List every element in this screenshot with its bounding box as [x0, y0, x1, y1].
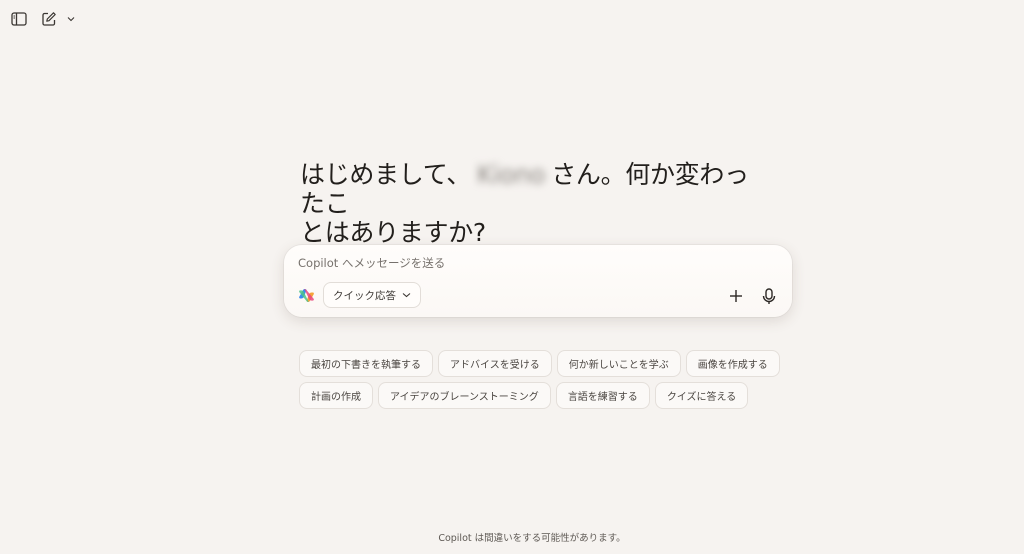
suggestion-chip[interactable]: クイズに答える [654, 382, 749, 409]
suggestion-chip[interactable]: 最初の下書きを執筆する [299, 350, 433, 377]
voice-input-button[interactable] [758, 285, 780, 307]
new-chat-menu-button[interactable] [66, 9, 76, 29]
copilot-logo-icon[interactable] [298, 287, 315, 304]
message-composer: クイック応答 [284, 245, 792, 317]
suggestion-chip[interactable]: 何か新しいことを学ぶ [556, 350, 681, 377]
response-mode-label: クイック応答 [333, 289, 396, 302]
plus-icon [730, 290, 742, 302]
suggestion-chip[interactable]: アイデアのブレーンストーミング [378, 382, 551, 409]
suggestion-chip[interactable]: アドバイスを受ける [438, 350, 552, 377]
sidebar-toggle-button[interactable] [8, 9, 30, 29]
chevron-down-icon [402, 293, 411, 298]
top-toolbar [8, 9, 76, 29]
message-input[interactable] [298, 254, 768, 272]
suggestion-row-2: 計画の作成 アイデアのブレーンストーミング 言語を練習する クイズに答える [299, 382, 759, 409]
greeting-line2: とはありますか? [300, 218, 486, 247]
response-mode-select[interactable]: クイック応答 [323, 282, 421, 308]
compose-icon [42, 12, 56, 26]
greeting-prefix: はじめまして、 [300, 160, 471, 189]
user-name: Kiono [476, 160, 546, 189]
suggestion-chip[interactable]: 画像を作成する [685, 350, 780, 377]
footer-disclaimer: Copilot は間違いをする可能性があります。 [438, 533, 626, 544]
chevron-down-icon [67, 17, 75, 22]
sidebar-toggle-icon [11, 12, 27, 26]
suggestion-chip[interactable]: 言語を練習する [555, 382, 650, 409]
microphone-icon [762, 287, 776, 304]
greeting-heading: はじめまして、 Kiono さん。何か変わったこ とはありますか? [300, 160, 760, 247]
suggestion-chips: 最初の下書きを執筆する アドバイスを受ける 何か新しいことを学ぶ 画像を作成する… [299, 350, 780, 414]
new-chat-button[interactable] [38, 9, 60, 29]
attach-button[interactable] [725, 285, 747, 307]
suggestion-row-1: 最初の下書きを執筆する アドバイスを受ける 何か新しいことを学ぶ 画像を作成する [299, 350, 780, 377]
suggestion-chip[interactable]: 計画の作成 [299, 382, 373, 409]
